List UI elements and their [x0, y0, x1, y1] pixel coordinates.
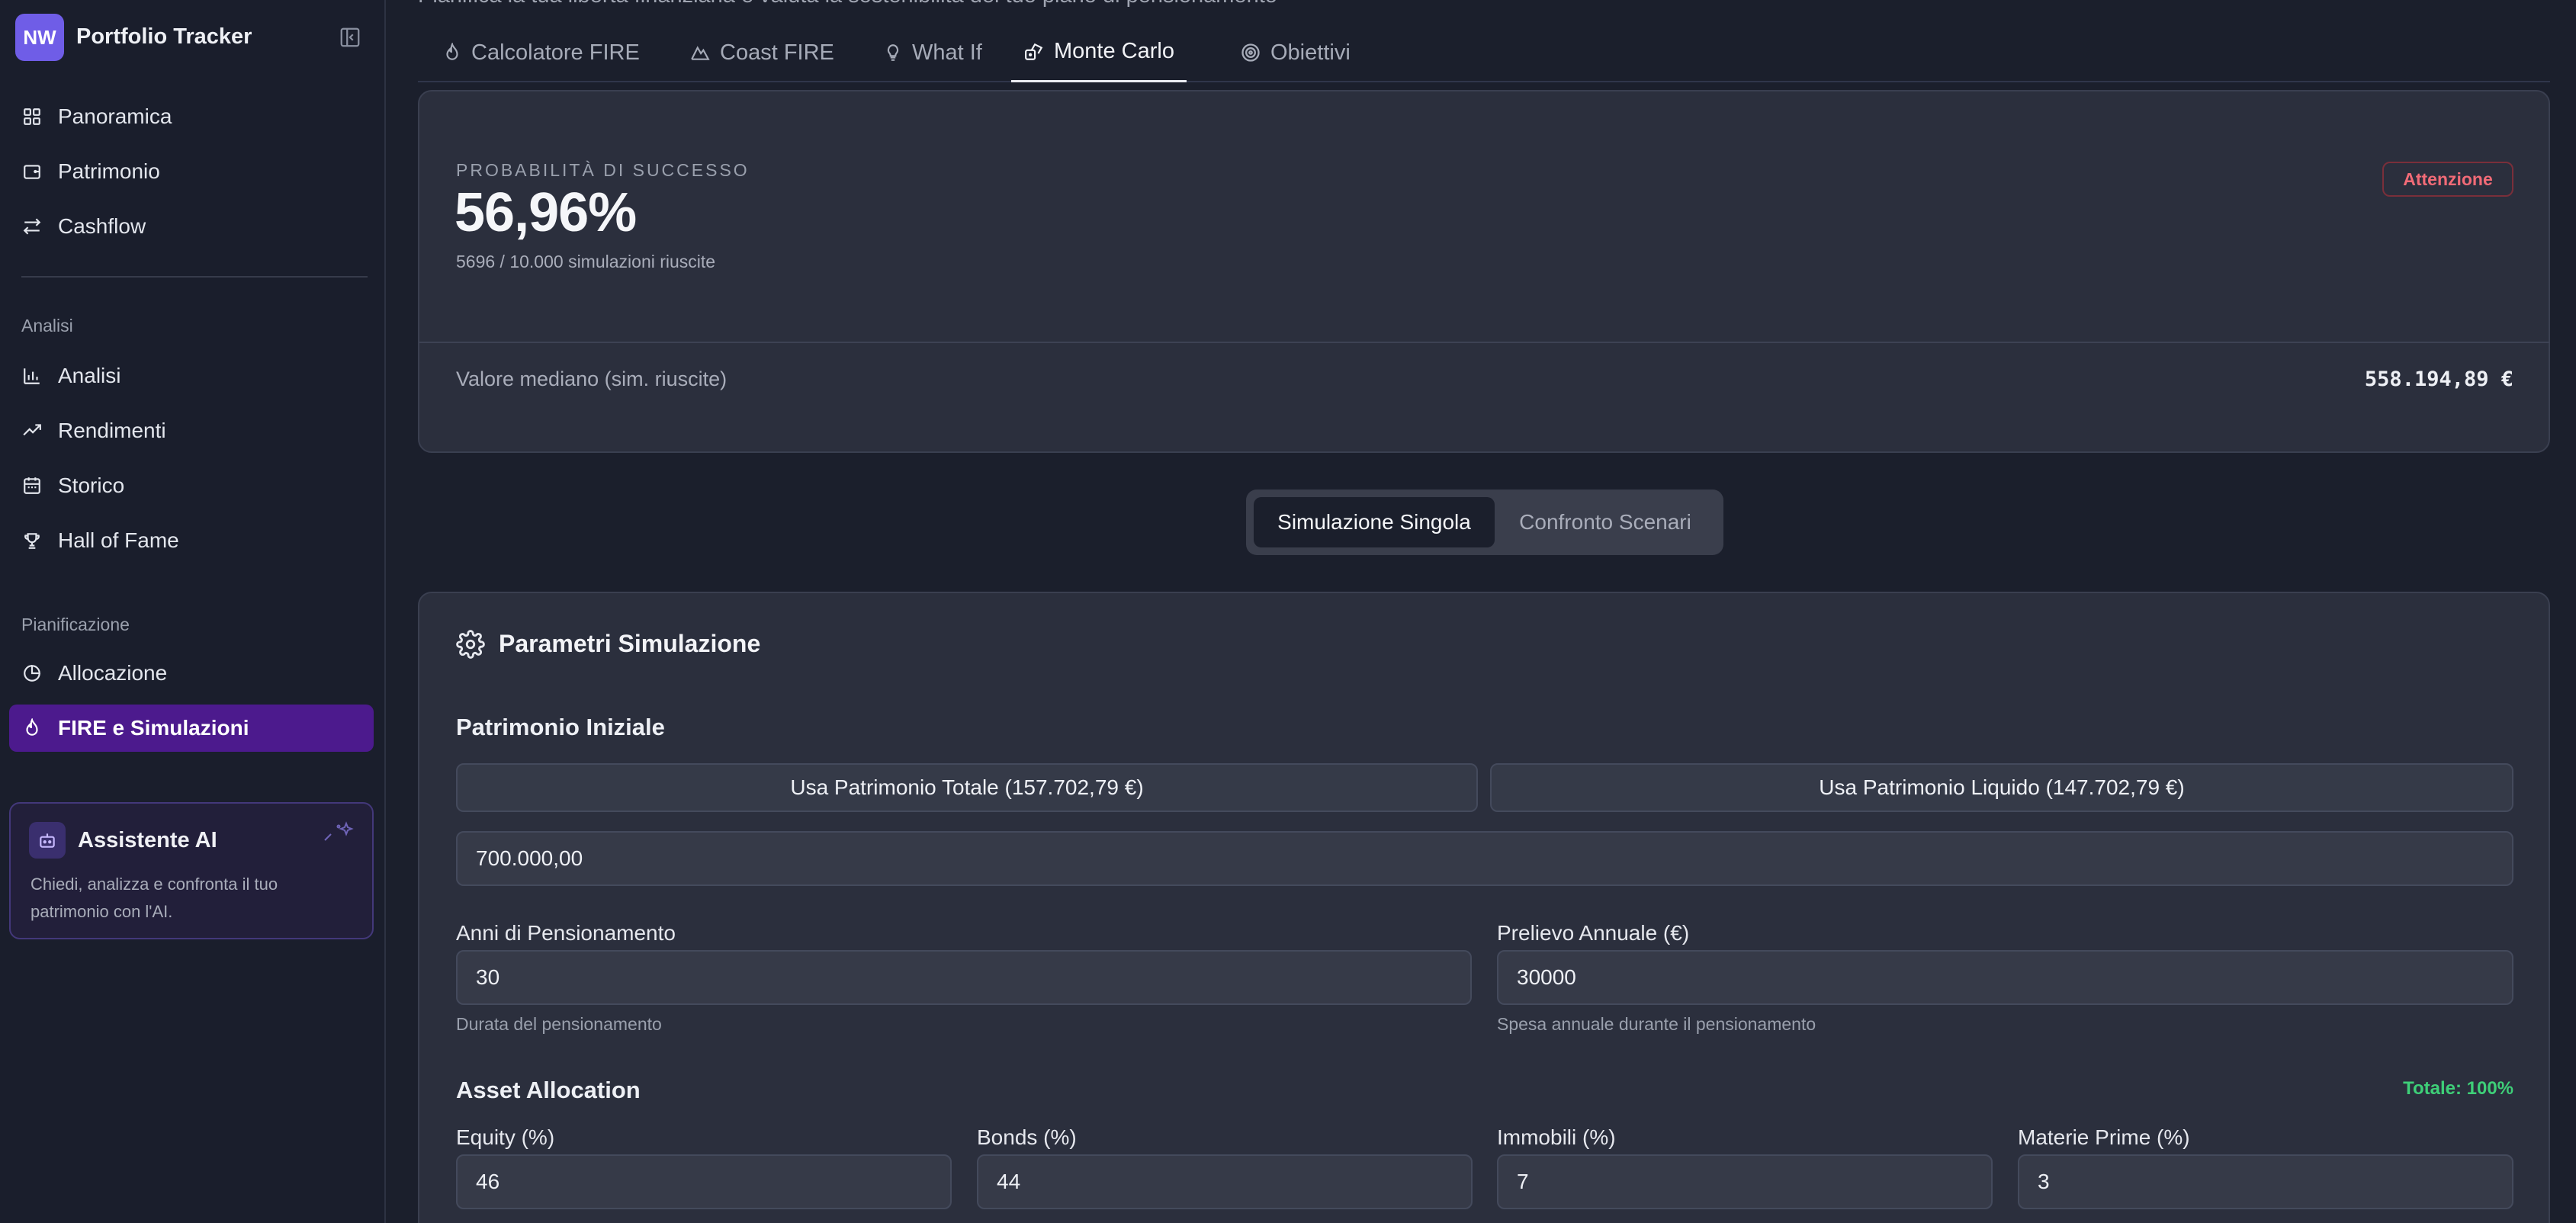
real-estate-label: Immobili (%) [1497, 1125, 1616, 1149]
params-title: Parametri Simulazione [499, 630, 761, 657]
annual-withdrawal-input[interactable]: 30000 [1497, 950, 2513, 1005]
page-subtitle: Pianifica la tua libertà finanziaria e v… [418, 0, 1277, 8]
tab-label: Calcolatore FIRE [471, 40, 640, 65]
app-logo[interactable]: NW [15, 14, 64, 61]
retirement-years-label: Anni di Pensionamento [456, 921, 676, 945]
app-title: Portfolio Tracker [76, 24, 252, 49]
sidebar-item-patrimonio[interactable]: Patrimonio [9, 148, 374, 195]
bar-chart-icon [21, 365, 43, 387]
sidebar-item-rendimenti[interactable]: Rendimenti [9, 407, 374, 454]
tab-label: Coast FIRE [720, 40, 834, 65]
gear-icon [456, 630, 485, 663]
real-estate-input[interactable]: 7 [1497, 1154, 1993, 1209]
tab-obiettivi[interactable]: Obiettivi [1228, 23, 1363, 82]
sidebar-item-label: Panoramica [58, 104, 172, 128]
annual-withdrawal-label: Prelievo Annuale (€) [1497, 921, 1690, 945]
initial-wealth-input[interactable]: 700.000,00 [456, 831, 2513, 886]
tab-monte-carlo[interactable]: Monte Carlo [1011, 23, 1187, 82]
robot-icon [29, 822, 66, 859]
tab-what-if[interactable]: What If [871, 23, 994, 82]
pie-icon [21, 663, 43, 684]
grid-icon [21, 106, 43, 127]
sidebar-item-label: FIRE e Simulazioni [58, 716, 249, 740]
collapse-sidebar-icon[interactable] [339, 26, 361, 49]
equity-label: Equity (%) [456, 1125, 555, 1149]
sidebar-item-label: Hall of Fame [58, 528, 179, 552]
tab-label: What If [912, 40, 982, 65]
use-liquid-wealth-button[interactable]: Usa Patrimonio Liquido (147.702,79 €) [1490, 763, 2513, 812]
monte-carlo-result-card [418, 90, 2550, 453]
allocation-total: Totale: 100% [2403, 1078, 2513, 1099]
card-divider [419, 342, 2550, 343]
calendar-icon [21, 475, 43, 496]
mountain-icon [689, 43, 711, 63]
successful-simulations-count: 5696 / 10.000 simulazioni riuscite [456, 252, 716, 271]
commodities-label: Materie Prime (%) [2018, 1125, 2190, 1149]
tab-calcolatore-fire[interactable]: Calcolatore FIRE [430, 23, 652, 82]
sidebar-item-fire-simulazioni[interactable]: FIRE e Simulazioni [9, 705, 374, 752]
section-label-pianificazione: Pianificazione [21, 615, 130, 634]
sidebar-item-cashflow[interactable]: Cashflow [9, 203, 374, 250]
sidebar-item-label: Analisi [58, 364, 121, 387]
bonds-input[interactable]: 44 [977, 1154, 1473, 1209]
sidebar-item-label: Cashflow [58, 214, 146, 238]
flame-icon [21, 717, 43, 739]
ai-assistant-card[interactable]: Assistente AI Chiedi, analizza e confron… [9, 802, 374, 939]
sidebar-item-allocazione[interactable]: Allocazione [9, 650, 374, 697]
simulation-params-card [418, 592, 2550, 1223]
arrows-swap-icon [21, 216, 43, 237]
equity-input[interactable]: 46 [456, 1154, 952, 1209]
asset-allocation-heading: Asset Allocation [456, 1077, 641, 1103]
ai-card-title: Assistente AI [78, 828, 217, 852]
success-probability-label: PROBABILITÀ DI SUCCESSO [456, 160, 750, 180]
status-badge: Attenzione [2382, 162, 2513, 197]
tab-label: Obiettivi [1270, 40, 1351, 65]
trophy-icon [21, 530, 43, 551]
tab-bar: Calcolatore FIRE Coast FIRE What If Mont… [418, 23, 2550, 82]
success-probability-value: 56,96% [454, 182, 637, 243]
single-simulation-button[interactable]: Simulazione Singola [1254, 497, 1495, 547]
dice-icon [1023, 42, 1045, 62]
tab-label: Monte Carlo [1054, 39, 1174, 63]
initial-wealth-heading: Patrimonio Iniziale [456, 714, 665, 740]
bonds-label: Bonds (%) [977, 1125, 1077, 1149]
sidebar-item-analisi[interactable]: Analisi [9, 352, 374, 400]
tab-coast-fire[interactable]: Coast FIRE [677, 23, 846, 82]
sidebar: NW Portfolio Tracker Panoramica Patrimon… [0, 0, 386, 1223]
sidebar-item-label: Allocazione [58, 661, 168, 685]
annual-withdrawal-hint: Spesa annuale durante il pensionamento [1497, 1014, 1816, 1034]
median-value: 558.194,89 € [2364, 368, 2513, 391]
sidebar-item-label: Storico [58, 473, 125, 497]
section-label-analisi: Analisi [21, 316, 73, 335]
sidebar-item-label: Patrimonio [58, 159, 160, 183]
commodities-input[interactable]: 3 [2018, 1154, 2513, 1209]
sparkle-icon [316, 820, 358, 850]
flame-icon [442, 43, 462, 63]
simulation-mode-toggle: Simulazione Singola Confronto Scenari [1246, 490, 1723, 555]
sidebar-item-hall-of-fame[interactable]: Hall of Fame [9, 517, 374, 564]
median-value-label: Valore mediano (sim. riuscite) [456, 368, 728, 390]
lightbulb-icon [883, 43, 903, 63]
ai-card-description: Chiedi, analizza e confronta il tuo patr… [31, 875, 278, 921]
wallet-icon [21, 161, 43, 182]
use-total-wealth-button[interactable]: Usa Patrimonio Totale (157.702,79 €) [456, 763, 1478, 812]
retirement-years-hint: Durata del pensionamento [456, 1014, 662, 1034]
sidebar-item-label: Rendimenti [58, 419, 166, 442]
compare-scenarios-button[interactable]: Confronto Scenari [1495, 497, 1716, 547]
target-icon [1240, 42, 1261, 63]
retirement-years-input[interactable]: 30 [456, 950, 1472, 1005]
sidebar-item-storico[interactable]: Storico [9, 462, 374, 509]
trend-up-icon [21, 420, 43, 441]
sidebar-divider [21, 276, 368, 278]
sidebar-item-panoramica[interactable]: Panoramica [9, 93, 374, 140]
